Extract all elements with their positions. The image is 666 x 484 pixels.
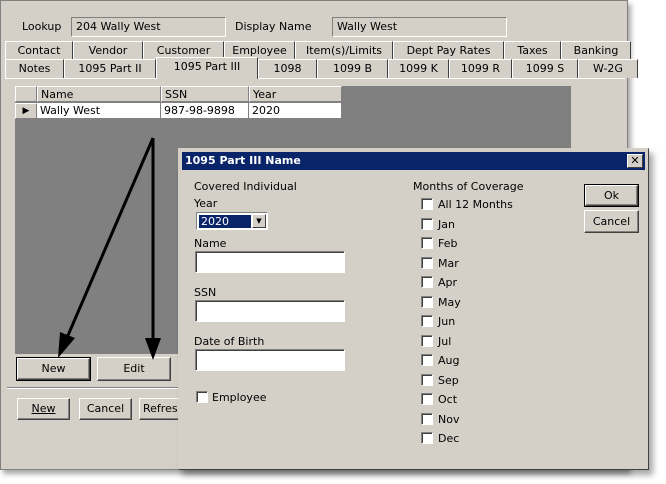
annotation-arrows (58, 137, 161, 360)
tab-r2-2[interactable]: 1095 Part III (156, 57, 258, 79)
arrow-to-edit-head (145, 338, 161, 360)
arrow-to-new-line (64, 137, 155, 341)
arrow-to-new-head (58, 332, 75, 358)
